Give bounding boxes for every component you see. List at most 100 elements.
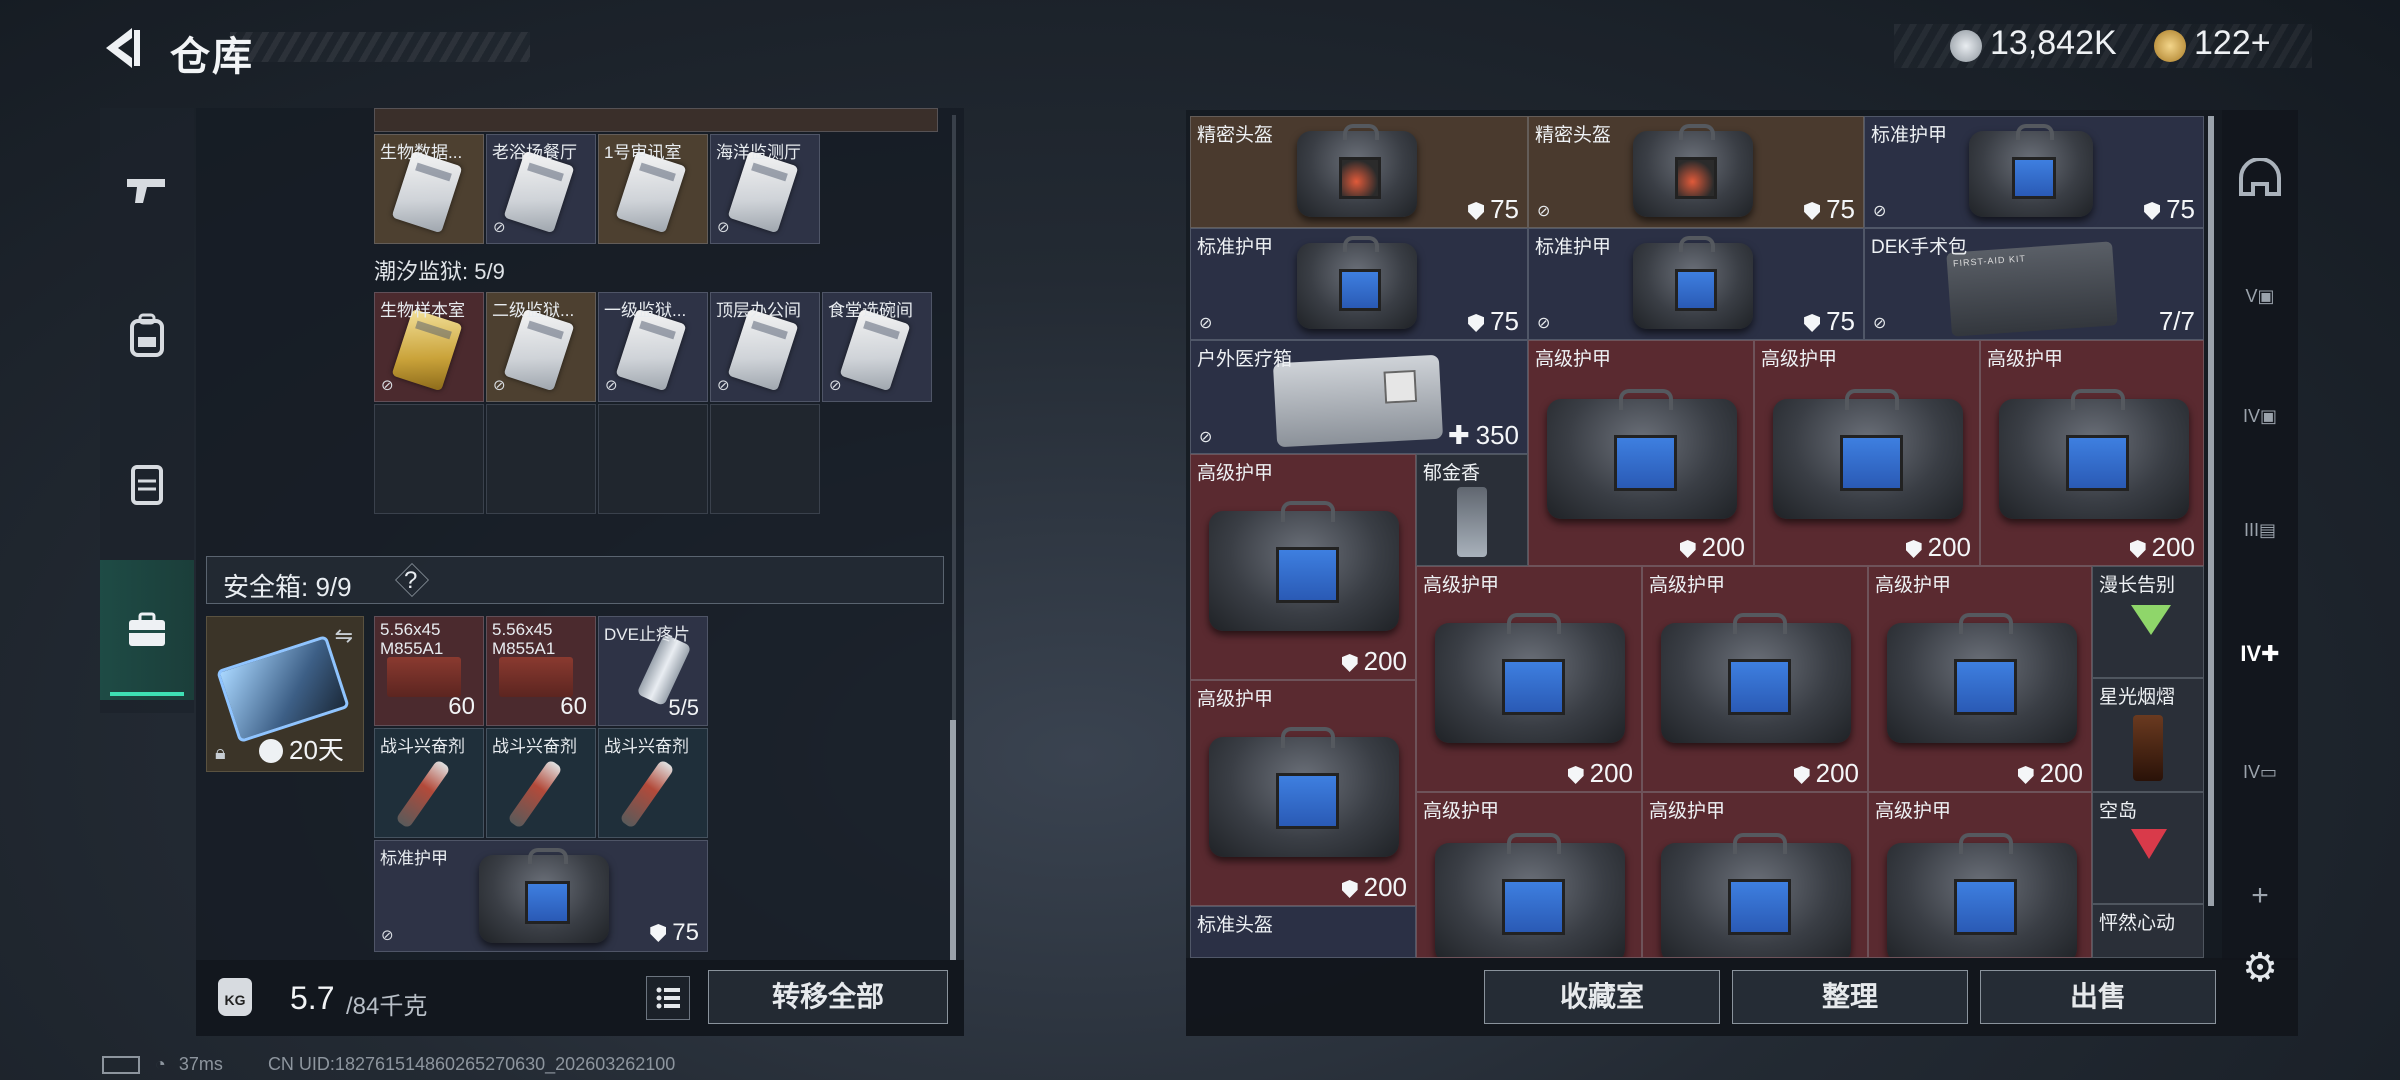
surgery-kit-item[interactable]: FIRST-AID KIT DEK手术包 ⊘ 7/7 [1864, 228, 2204, 340]
armor-item[interactable]: 标准护甲 ⊘ 75 [1864, 116, 2204, 228]
organize-button[interactable]: 整理 [1732, 970, 1968, 1024]
keycard-item[interactable]: 一级监狱... ⊘ [598, 292, 708, 402]
no-trade-icon: ⊘ [493, 219, 506, 236]
item-name: 顶层办公间 [716, 301, 801, 320]
left-scrollbar-thumb[interactable] [950, 720, 956, 960]
high-armor-item[interactable]: 高级护甲 200 [1190, 680, 1416, 906]
empty-slot[interactable] [486, 404, 596, 514]
item-name: 标准护甲 [1197, 237, 1274, 258]
transfer-all-button[interactable]: 转移全部 [708, 970, 948, 1024]
item-name: 二级监狱... [492, 301, 575, 320]
rnav-tier-iii[interactable]: III▤ [2222, 480, 2298, 580]
keycard-item[interactable]: 二级监狱... ⊘ [486, 292, 596, 402]
armor-value: 200 [1363, 872, 1407, 902]
no-trade-icon: ⊘ [717, 219, 730, 236]
back-button[interactable] [98, 22, 146, 74]
help-text[interactable]: ? [404, 567, 417, 595]
armor-item[interactable]: 标准护甲 ⊘ 75 [1190, 228, 1528, 340]
sell-button[interactable]: 出售 [1980, 970, 2216, 1024]
keycard-item[interactable]: 老浴场餐厅 ⊘ [486, 134, 596, 244]
medkit-item[interactable]: 户外医疗箱 ⊘ ✚ 350 [1190, 340, 1528, 454]
armor-icon [479, 847, 609, 943]
high-armor-item[interactable]: 高级护甲 [1642, 792, 1868, 958]
keycard-item[interactable]: 海洋监测厅 ⊘ [710, 134, 820, 244]
rnav-tier-v[interactable]: V▣ [2222, 246, 2298, 346]
keycard-item[interactable]: 顶层办公间 ⊘ [710, 292, 820, 402]
safe-box-timer: 20天 [289, 735, 344, 765]
safe-box-container[interactable]: ⇋ 🔒︎ 20天 [206, 616, 364, 772]
right-scrollbar-thumb[interactable] [2208, 116, 2214, 906]
armor-icon [1297, 236, 1417, 329]
nav-safebox[interactable] [100, 560, 194, 700]
no-trade-icon: ⊘ [381, 377, 394, 394]
glass-icon [1457, 487, 1487, 557]
nav-vest[interactable] [100, 414, 194, 554]
high-armor-item[interactable]: 高级护甲 200 [1642, 566, 1868, 792]
empty-slot[interactable] [374, 404, 484, 514]
drink-item[interactable]: 郁金香 [1416, 454, 1528, 566]
drink-item[interactable]: 怦然心动 [2092, 904, 2204, 958]
drink-item[interactable]: 空岛 [2092, 792, 2204, 904]
item-name: 标准护甲 [380, 849, 448, 868]
keycard-item[interactable]: 生物样本室 ⊘ [374, 292, 484, 402]
settings-button[interactable]: ⚙ [2222, 928, 2298, 1008]
ping-text: 37ms [178, 1054, 223, 1074]
keycard-item[interactable]: 生物数据... [374, 134, 484, 244]
rnav-helmet[interactable] [2222, 128, 2298, 228]
empty-slot[interactable] [710, 404, 820, 514]
armor-item[interactable]: 标准护甲 ⊘ 75 [374, 840, 708, 952]
item-name: 户外医疗箱 [1197, 349, 1293, 370]
ammo-item[interactable]: 5.56x45 M855A1 60 [374, 616, 484, 726]
nav-weapons[interactable] [100, 120, 194, 260]
armor-icon [1661, 833, 1851, 957]
stimulant-item[interactable]: 战斗兴奋剂 [374, 728, 484, 838]
helmet-item[interactable]: 精密头盔 ⊘ 75 [1528, 116, 1864, 228]
empty-slot[interactable] [598, 404, 708, 514]
swap-icon[interactable]: ⇋ [335, 623, 353, 649]
high-armor-item[interactable]: 高级护甲 200 [1416, 566, 1642, 792]
item-name: 高级护甲 [1875, 575, 1952, 596]
item-qty: 60 [448, 693, 475, 720]
high-armor-item[interactable]: 高级护甲 200 [1754, 340, 1980, 566]
collection-room-button[interactable]: 收藏室 [1484, 970, 1720, 1024]
keycard-item[interactable]: 1号审讯室 [598, 134, 708, 244]
high-armor-item[interactable]: 高级护甲 200 [1868, 566, 2092, 792]
drink-item[interactable]: 漫长告别 [2092, 566, 2204, 678]
keycard-icon [727, 150, 799, 234]
drink-item[interactable]: 星光烟熠 [2092, 678, 2204, 792]
helmet-item[interactable]: 标准头盔 [1190, 906, 1416, 958]
rnav-tier-iv[interactable]: IV▣ [2222, 366, 2298, 466]
armor-item[interactable]: 标准护甲 ⊘ 75 [1528, 228, 1864, 340]
keycard-item[interactable]: 食堂选碗间 ⊘ [822, 292, 932, 402]
stimulant-item[interactable]: 战斗兴奋剂 [486, 728, 596, 838]
item-name: 精密头盔 [1535, 125, 1612, 146]
list-view-button[interactable] [646, 976, 690, 1020]
gold-coin-icon[interactable] [2154, 30, 2186, 62]
rnav-tier-iv-folder[interactable]: IV▭ [2222, 722, 2298, 822]
item-name: 高级护甲 [1535, 349, 1612, 370]
item-name: 1号审讯室 [604, 143, 682, 162]
high-armor-item[interactable]: 高级护甲 200 [1190, 454, 1416, 680]
rnav-tier-iv-plus[interactable]: IV✚ [2222, 604, 2298, 704]
item-name: 一级监狱... [604, 301, 687, 320]
helmet-item[interactable]: 精密头盔 75 [1190, 116, 1528, 228]
painkiller-item[interactable]: DVE止疼片 5/5 [598, 616, 708, 726]
high-armor-item[interactable]: 高级护甲 200 [1980, 340, 2204, 566]
item-name: 战斗兴奋剂 [604, 737, 689, 756]
armor-value: 200 [1815, 758, 1859, 788]
shield-icon [2017, 766, 2034, 784]
prison-section-label: 潮汐监狱: 5/9 [374, 259, 505, 284]
high-armor-item[interactable]: 高级护甲 [1416, 792, 1642, 958]
high-armor-item[interactable]: 高级护甲 [1868, 792, 2092, 958]
shield-icon [1468, 314, 1485, 332]
lock-icon: 🔒︎ [215, 742, 226, 764]
item-name: 高级护甲 [1761, 349, 1838, 370]
high-armor-item[interactable]: 高级护甲 200 [1528, 340, 1754, 566]
stimulant-item[interactable]: 战斗兴奋剂 [598, 728, 708, 838]
safe-box-icon [216, 634, 350, 744]
ammo-item[interactable]: 5.56x45 M855A1 60 [486, 616, 596, 726]
item-name: 标准护甲 [1535, 237, 1612, 258]
nav-backpack[interactable] [100, 266, 194, 406]
currency-premium[interactable]: 122+ [2194, 24, 2271, 63]
item-name: 空岛 [2099, 801, 2138, 822]
